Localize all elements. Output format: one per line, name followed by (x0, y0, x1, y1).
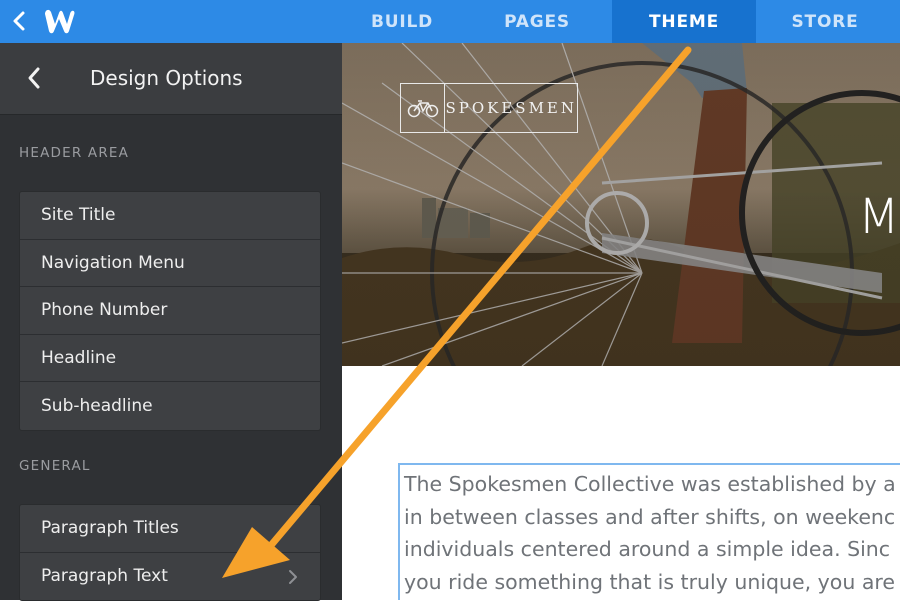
back-chevron-icon[interactable] (22, 63, 46, 93)
menu-item-sub-headline[interactable]: Sub-headline (20, 382, 320, 430)
sidebar-title: Design Options (90, 66, 243, 90)
header-area-menu: Site Title Navigation Menu Phone Number … (19, 191, 321, 431)
paragraph-line: The Spokesmen Collective was established… (404, 472, 896, 496)
menu-item-navigation-menu[interactable]: Navigation Menu (20, 240, 320, 287)
paragraph-line: you ride something that is truly unique,… (404, 569, 896, 594)
bicycle-icon (401, 84, 446, 132)
menu-item-paragraph-titles[interactable]: Paragraph Titles (20, 505, 320, 553)
sidebar-header: Design Options (0, 43, 342, 115)
tab-build[interactable]: BUILD (342, 0, 462, 43)
menu-item-site-title[interactable]: Site Title (20, 192, 320, 240)
tab-store[interactable]: STORE (756, 0, 894, 43)
paragraph-line: in between classes and after shifts, on … (404, 504, 896, 529)
design-options-sidebar: Design Options HEADER AREA Site Title Na… (0, 43, 342, 601)
paragraph-text-block[interactable]: The Spokesmen Collective was established… (398, 463, 900, 600)
menu-item-paragraph-text[interactable]: Paragraph Text (20, 553, 320, 601)
site-preview: SPOKESMEN M The Spokesmen Collective was… (342, 43, 900, 600)
site-logo[interactable]: SPOKESMEN (400, 83, 578, 133)
section-label-general: GENERAL (19, 458, 91, 474)
hero-image: SPOKESMEN M (342, 43, 900, 366)
menu-item-headline[interactable]: Headline (20, 335, 320, 382)
tab-pages[interactable]: PAGES (462, 0, 612, 43)
site-logo-text: SPOKESMEN (445, 99, 577, 117)
section-label-header-area: HEADER AREA (19, 145, 130, 161)
hero-heading[interactable]: M (858, 189, 899, 245)
weebly-logo-icon[interactable] (38, 2, 80, 40)
chevron-right-icon (289, 569, 297, 584)
top-bar: BUILD PAGES THEME STORE (0, 0, 900, 43)
editor-tabs: BUILD PAGES THEME STORE (342, 0, 894, 43)
menu-item-phone-number[interactable]: Phone Number (20, 287, 320, 335)
general-menu: Paragraph Titles Paragraph Text (19, 504, 321, 601)
menu-item-label: Paragraph Text (41, 566, 168, 587)
tab-theme[interactable]: THEME (612, 0, 756, 43)
back-chevron-icon[interactable] (8, 8, 30, 34)
paragraph-line: individuals centered around a simple ide… (404, 537, 891, 561)
